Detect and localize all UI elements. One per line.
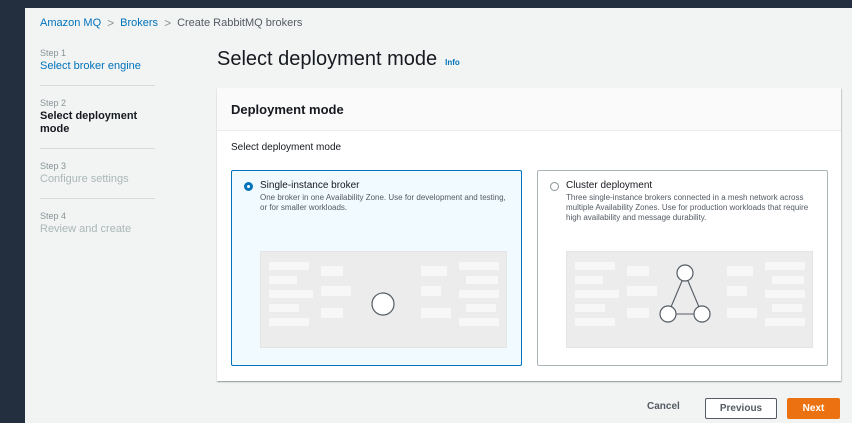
breadcrumb-amazon-mq[interactable]: Amazon MQ [40, 17, 101, 29]
option-title: Single-instance broker [260, 180, 360, 191]
step-link-select-broker-engine[interactable]: Select broker engine [40, 60, 155, 73]
breadcrumb-brokers[interactable]: Brokers [120, 17, 158, 29]
step-number: Step 4 [40, 211, 67, 221]
step-3: Step 3 Configure settings [40, 161, 155, 199]
step-number: Step 3 [40, 161, 67, 171]
step-number: Step 1 [40, 48, 67, 58]
single-node-icon [260, 251, 507, 348]
info-link[interactable]: Info [445, 58, 460, 67]
cluster-nodes-icon [566, 251, 813, 348]
option-description: Three single-instance brokers connected … [566, 193, 809, 222]
step-label: Configure settings [40, 173, 129, 185]
option-cluster-deployment[interactable]: Cluster deployment Three single-instance… [537, 170, 828, 366]
cancel-button[interactable]: Cancel [647, 401, 680, 412]
step-label: Review and create [40, 223, 132, 235]
radio-button[interactable] [550, 182, 559, 191]
step-number: Step 2 [40, 98, 67, 108]
page-header: Select deployment mode Info [217, 48, 460, 71]
wizard-steps: Step 1 Select broker engine Step 2 Selec… [40, 48, 155, 260]
field-label: Select deployment mode [231, 142, 342, 153]
option-single-instance-broker[interactable]: Single-instance broker One broker in one… [231, 170, 522, 366]
previous-button[interactable]: Previous [705, 398, 777, 419]
chevron-right-icon: > [107, 16, 115, 30]
option-description: One broker in one Availability Zone. Use… [260, 193, 506, 212]
radio-button-selected[interactable] [244, 182, 253, 191]
panel-header: Deployment mode [217, 88, 841, 131]
option-title: Cluster deployment [566, 180, 653, 191]
breadcrumb: Amazon MQ > Brokers > Create RabbitMQ br… [40, 16, 302, 30]
app-frame: Amazon MQ > Brokers > Create RabbitMQ br… [25, 8, 852, 423]
step-label-current: Select deployment mode [40, 110, 138, 135]
step-1: Step 1 Select broker engine [40, 48, 155, 86]
chevron-right-icon: > [164, 16, 172, 30]
wizard-footer: Cancel Previous Next [217, 396, 841, 420]
step-4: Step 4 Review and create [40, 211, 155, 248]
deployment-mode-panel: Deployment mode Select deployment mode S… [217, 88, 841, 381]
breadcrumb-current: Create RabbitMQ brokers [177, 17, 303, 29]
page-title: Select deployment mode [217, 48, 438, 70]
step-2: Step 2 Select deployment mode [40, 98, 155, 149]
next-button[interactable]: Next [787, 398, 840, 419]
